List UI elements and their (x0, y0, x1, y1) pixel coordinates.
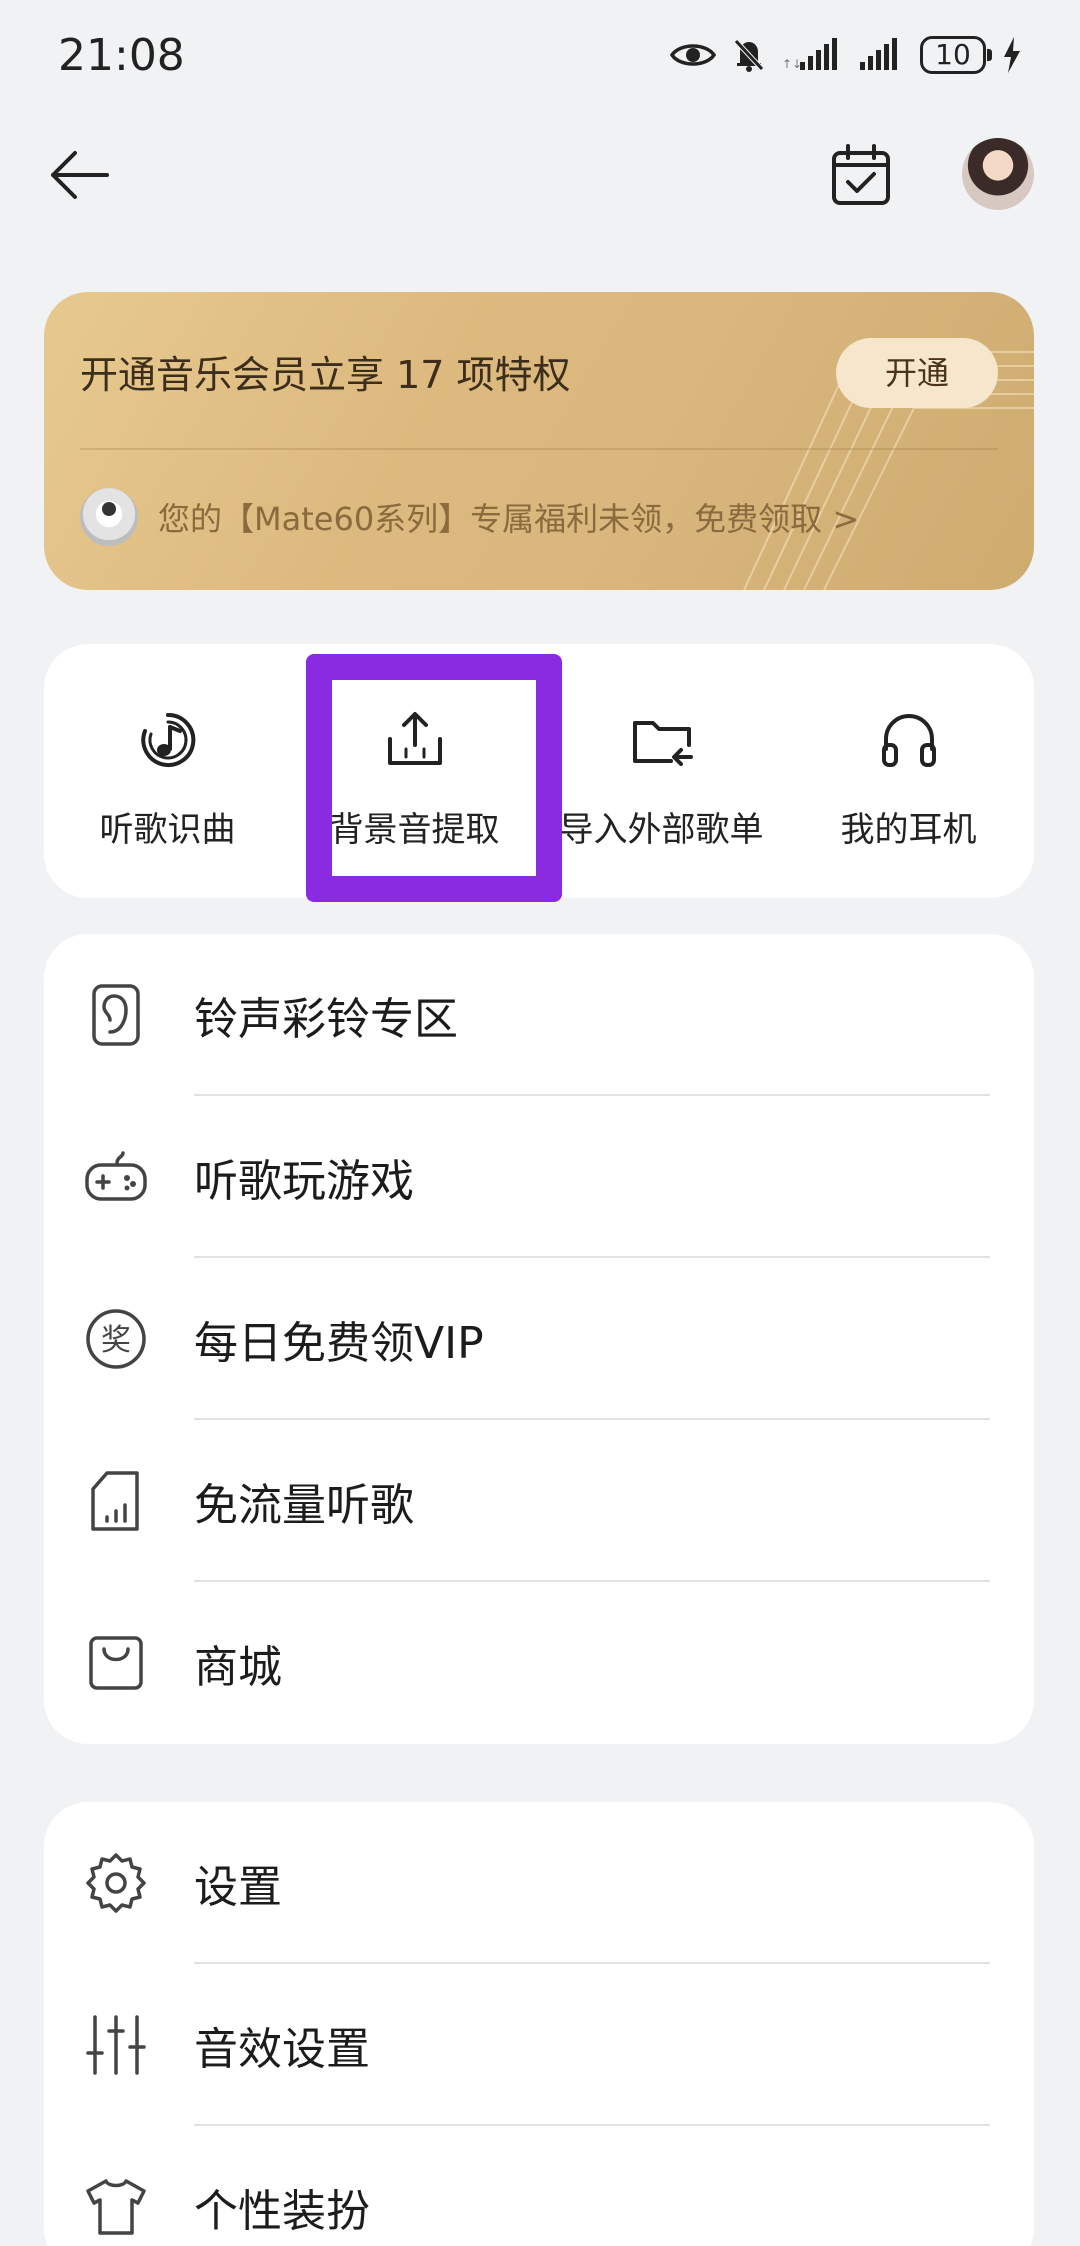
menu-item-data-free[interactable]: 免流量听歌 (44, 1420, 1034, 1582)
tshirt-icon (86, 2179, 146, 2235)
device-icon (80, 488, 138, 546)
back-button[interactable] (44, 140, 114, 210)
menu-card-services: 铃声彩铃专区 听歌玩游戏 奖 每日免费领VIP 免流量听歌 商城 (44, 934, 1034, 1744)
reward-icon: 奖 (86, 1309, 146, 1369)
status-time: 21:08 (58, 30, 185, 81)
music-recognize-icon (140, 712, 195, 767)
calendar-check-button[interactable] (826, 140, 896, 210)
menu-item-label: 设置 (194, 1862, 282, 1913)
mute-bell-icon (734, 39, 764, 72)
gamepad-icon (85, 1151, 147, 1201)
menu-item-personalize[interactable]: 个性装扮 (44, 2126, 1034, 2246)
menu-item-label: 商城 (194, 1642, 282, 1693)
highlight-box (306, 654, 562, 902)
settings-gear-icon (86, 1853, 146, 1913)
shopping-bag-icon (89, 1636, 143, 1690)
svg-text:奖: 奖 (101, 1323, 131, 1358)
vip-banner[interactable]: 开通音乐会员立享 17 项特权 开通 您的【Mate60系列】专属福利未领，免费… (44, 292, 1034, 590)
menu-item-game[interactable]: 听歌玩游戏 (44, 1096, 1034, 1258)
top-bar (0, 120, 1080, 230)
eye-icon (670, 44, 716, 66)
mine-page: 21:08 ↑↓ 10 开通音乐会员立享 17 项特权 开通 您的【Mate60… (0, 0, 1080, 2246)
menu-item-free-vip[interactable]: 奖 每日免费领VIP (44, 1258, 1034, 1420)
quick-action-music-recognize[interactable]: 听歌识曲 (44, 704, 291, 851)
quick-action-import-playlist[interactable]: 导入外部歌单 (538, 704, 785, 851)
svg-text:↑↓: ↑↓ (782, 57, 802, 71)
avatar[interactable] (962, 138, 1034, 210)
quick-action-label: 导入外部歌单 (559, 810, 764, 850)
menu-item-shop[interactable]: 商城 (44, 1582, 1034, 1744)
menu-card-settings: 设置 音效设置 个性装扮 (44, 1802, 1034, 2246)
status-bar: 21:08 ↑↓ 10 (0, 0, 1080, 110)
quick-action-my-headphones[interactable]: 我的耳机 (785, 704, 1032, 851)
data-free-icon (91, 1471, 139, 1531)
quick-action-label: 听歌识曲 (99, 810, 236, 850)
menu-item-label: 铃声彩铃专区 (194, 994, 458, 1045)
back-arrow-icon (51, 151, 109, 199)
vip-promo-text: 您的【Mate60系列】专属福利未领，免费领取 > (158, 500, 860, 538)
ringtone-icon (92, 984, 140, 1046)
signal-icon: ↑↓ (782, 38, 837, 71)
vip-promo-link[interactable]: 您的【Mate60系列】专属福利未领，免费领取 > (80, 488, 859, 546)
vip-divider (80, 448, 998, 450)
menu-item-label: 免流量听歌 (194, 1480, 414, 1531)
calendar-check-icon (832, 144, 890, 205)
menu-item-label: 音效设置 (194, 2024, 370, 2075)
menu-item-label: 听歌玩游戏 (194, 1156, 414, 1207)
status-icons: ↑↓ 10 (670, 30, 1022, 80)
menu-item-label: 个性装扮 (194, 2186, 370, 2237)
menu-item-settings[interactable]: 设置 (44, 1802, 1034, 1964)
headphones-icon (881, 714, 936, 767)
signal-icon (860, 38, 897, 70)
vip-title: 开通音乐会员立享 17 项特权 (80, 353, 571, 397)
vip-open-button[interactable]: 开通 (836, 338, 998, 408)
charging-icon (1004, 37, 1020, 73)
quick-action-label: 我的耳机 (840, 810, 977, 850)
folder-import-icon (632, 721, 693, 766)
battery-icon: 10 (920, 36, 992, 74)
equalizer-icon (86, 2015, 146, 2075)
menu-item-label: 每日免费领VIP (194, 1318, 484, 1369)
menu-item-sound-effects[interactable]: 音效设置 (44, 1964, 1034, 2126)
menu-item-ringtone[interactable]: 铃声彩铃专区 (44, 934, 1034, 1096)
